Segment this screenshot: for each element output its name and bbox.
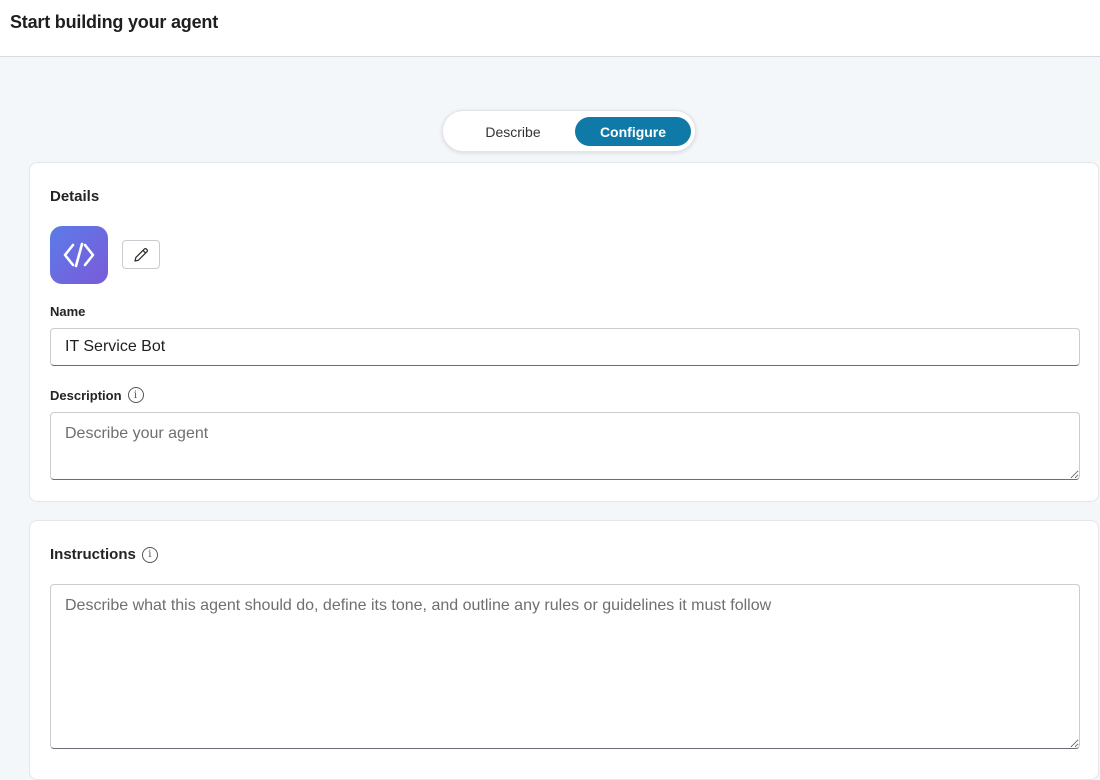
details-title: Details [50,188,100,205]
agent-avatar [50,226,108,284]
info-icon[interactable]: i [127,387,144,403]
instructions-input[interactable] [50,584,1080,749]
name-label: Name [50,304,86,319]
description-label: Description i [50,387,144,403]
top-bar: Start building your agent [0,0,1100,57]
details-card: Details Name Description i [29,162,1099,502]
page-title: Start building your agent [10,12,219,32]
instructions-title: Instructions i [50,546,158,563]
instructions-card: Instructions i [29,520,1099,780]
mode-toggle: Describe Configure [442,110,696,152]
pencil-icon [134,247,149,262]
code-brackets-icon [63,242,95,268]
tab-configure[interactable]: Configure [575,117,691,146]
edit-icon-button[interactable] [122,240,160,269]
info-icon[interactable]: i [141,546,158,563]
description-input[interactable] [50,412,1080,480]
tab-describe[interactable]: Describe [453,117,573,146]
name-input[interactable] [50,328,1080,366]
